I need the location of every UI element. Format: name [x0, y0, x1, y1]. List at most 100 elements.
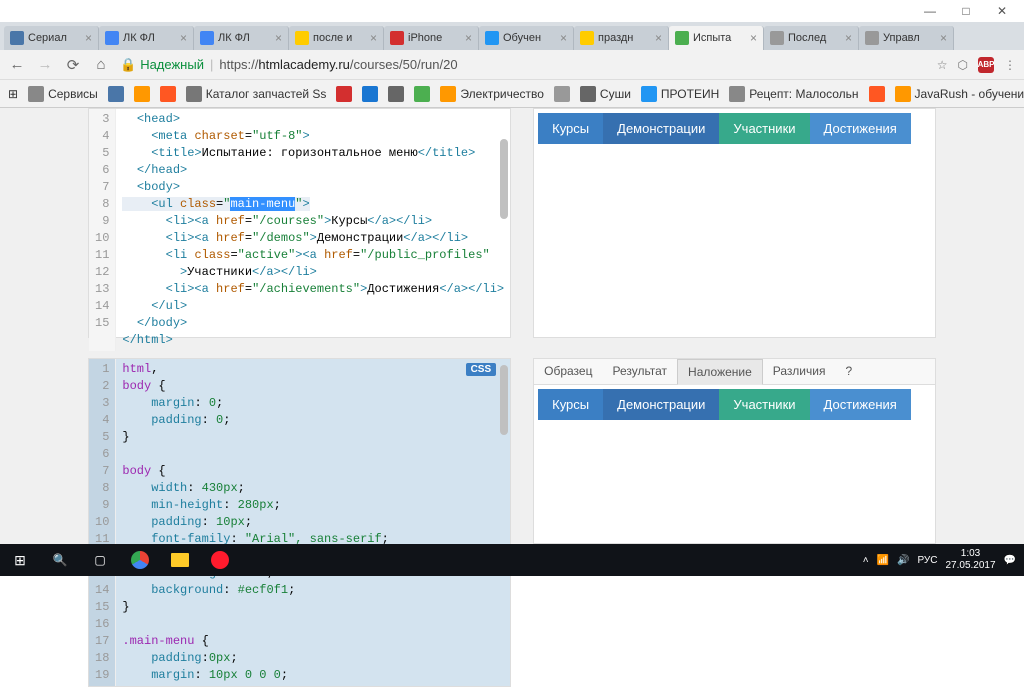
- close-tab-icon[interactable]: ×: [940, 31, 947, 45]
- tab-label: праздн: [598, 32, 651, 44]
- menu-item[interactable]: Демонстрации: [603, 113, 719, 144]
- browser-tab[interactable]: Послед×: [764, 26, 859, 50]
- bookmark-item[interactable]: Рецепт: Малосольн: [729, 86, 858, 102]
- bookmark-favicon: [580, 86, 596, 102]
- bookmark-item[interactable]: [554, 86, 570, 102]
- bookmark-item[interactable]: [134, 86, 150, 102]
- browser-tab[interactable]: праздн ×: [574, 26, 669, 50]
- start-button[interactable]: ⊞: [0, 544, 40, 576]
- close-tab-icon[interactable]: ×: [85, 31, 92, 45]
- close-tab-icon[interactable]: ×: [560, 31, 567, 45]
- bookmark-item[interactable]: [869, 86, 885, 102]
- favicon: [865, 31, 879, 45]
- home-button[interactable]: ⌂: [92, 56, 110, 73]
- search-button[interactable]: 🔍: [40, 544, 80, 576]
- tab-label: Сериал: [28, 32, 81, 44]
- html-code[interactable]: <head> <meta charset="utf-8"> <title>Исп…: [116, 109, 510, 351]
- close-tab-icon[interactable]: ×: [180, 31, 187, 45]
- window-maximize[interactable]: □: [948, 1, 984, 21]
- browser-tab[interactable]: Испыта×: [669, 26, 764, 50]
- menu-item[interactable]: Курсы: [538, 389, 603, 420]
- result-tab[interactable]: Наложение: [677, 359, 763, 385]
- language-indicator[interactable]: РУС: [917, 555, 937, 566]
- abp-icon[interactable]: ABP: [978, 57, 994, 73]
- close-tab-icon[interactable]: ×: [370, 31, 377, 45]
- bookmark-favicon: [440, 86, 456, 102]
- favicon: [295, 31, 309, 45]
- menu-item[interactable]: Участники: [719, 389, 809, 420]
- bookmark-item[interactable]: [362, 86, 378, 102]
- taskview-button[interactable]: ▢: [80, 544, 120, 576]
- apps-icon[interactable]: ⊞: [8, 87, 18, 101]
- bookmark-item[interactable]: Сервисы: [28, 86, 98, 102]
- bookmark-label: JavaRush - обучение: [915, 87, 1024, 101]
- bookmark-item[interactable]: Электричество: [440, 86, 544, 102]
- forward-button[interactable]: →: [36, 56, 54, 73]
- volume-icon[interactable]: 🔊: [897, 555, 909, 566]
- bookmark-item[interactable]: [160, 86, 176, 102]
- css-code[interactable]: html, body { margin: 0; padding: 0; } bo…: [116, 359, 510, 686]
- clock[interactable]: 1:03 27.05.2017: [945, 548, 995, 572]
- result-tab[interactable]: ?: [835, 359, 862, 384]
- bookmark-item[interactable]: [108, 86, 124, 102]
- browser-tab[interactable]: Сериал ×: [4, 26, 99, 50]
- address-bar[interactable]: 🔒 Надежный | https://htmlacademy.ru/cour…: [120, 53, 927, 77]
- favicon: [580, 31, 594, 45]
- bookmark-item[interactable]: Каталог запчастей Ss: [186, 86, 327, 102]
- system-tray: ˄ 📶 🔊 РУС 1:03 27.05.2017 💬: [863, 544, 1024, 576]
- bookmark-item[interactable]: Суши: [580, 86, 631, 102]
- window-minimize[interactable]: —: [912, 1, 948, 21]
- bookmark-favicon: [729, 86, 745, 102]
- browser-tab[interactable]: Обучен ×: [479, 26, 574, 50]
- lock-icon: 🔒: [120, 57, 136, 73]
- css-editor-panel[interactable]: CSS 12345678910111213141516171819 html, …: [88, 358, 511, 687]
- bookmark-item[interactable]: [414, 86, 430, 102]
- network-icon[interactable]: 📶: [877, 555, 889, 566]
- menu-item[interactable]: Достижения: [810, 389, 911, 420]
- result-tab[interactable]: Результат: [602, 359, 677, 384]
- browser-tab[interactable]: после и×: [289, 26, 384, 50]
- bookmarks-bar: ⊞ Сервисы Каталог запчастей Ss Электричест…: [0, 80, 1024, 108]
- bookmark-favicon: [641, 86, 657, 102]
- close-tab-icon[interactable]: ×: [845, 31, 852, 45]
- close-tab-icon[interactable]: ×: [275, 31, 282, 45]
- bookmark-favicon: [388, 86, 404, 102]
- bookmark-item[interactable]: JavaRush - обучение: [895, 86, 1024, 102]
- bookmark-item[interactable]: ПРОТЕИН: [641, 86, 719, 102]
- chrome-taskbar-icon[interactable]: [120, 544, 160, 576]
- tray-up-icon[interactable]: ˄: [863, 555, 869, 566]
- extension-icon[interactable]: ⬡: [958, 58, 968, 72]
- menu-item[interactable]: Достижения: [810, 113, 911, 144]
- menu-item[interactable]: Курсы: [538, 113, 603, 144]
- close-tab-icon[interactable]: ×: [750, 31, 757, 45]
- result-tab[interactable]: Различия: [763, 359, 836, 384]
- tab-label: Обучен: [503, 32, 556, 44]
- close-tab-icon[interactable]: ×: [655, 31, 662, 45]
- star-icon[interactable]: ☆: [937, 58, 948, 72]
- menu-icon[interactable]: ⋮: [1004, 58, 1016, 72]
- preview-menu: КурсыДемонстрацииУчастникиДостижения: [538, 113, 931, 144]
- windows-taskbar: ⊞ 🔍 ▢ ˄ 📶 🔊 РУС 1:03 27.05.2017 💬: [0, 544, 1024, 576]
- browser-tab[interactable]: ЛК ФЛ×: [194, 26, 289, 50]
- preview-panel: КурсыДемонстрацииУчастникиДостижения: [533, 108, 936, 338]
- opera-taskbar-icon[interactable]: [200, 544, 240, 576]
- back-button[interactable]: ←: [8, 56, 26, 73]
- scrollbar-thumb[interactable]: [500, 365, 508, 435]
- menu-item[interactable]: Демонстрации: [603, 389, 719, 420]
- bookmark-item[interactable]: [336, 86, 352, 102]
- browser-tab[interactable]: Управл×: [859, 26, 954, 50]
- browser-tab[interactable]: iPhone×: [384, 26, 479, 50]
- menu-item[interactable]: Участники: [719, 113, 809, 144]
- result-tabs: ОбразецРезультатНаложениеРазличия?: [534, 359, 935, 385]
- browser-tab[interactable]: ЛК ФЛ×: [99, 26, 194, 50]
- page-content: 3456789101112131415 <head> <meta charset…: [0, 108, 1024, 544]
- notifications-icon[interactable]: 💬: [1004, 555, 1016, 566]
- html-editor-panel[interactable]: 3456789101112131415 <head> <meta charset…: [88, 108, 511, 338]
- bookmark-item[interactable]: [388, 86, 404, 102]
- close-tab-icon[interactable]: ×: [465, 31, 472, 45]
- scrollbar-thumb[interactable]: [500, 139, 508, 219]
- reload-button[interactable]: ⟳: [64, 56, 82, 74]
- explorer-taskbar-icon[interactable]: [160, 544, 200, 576]
- result-tab[interactable]: Образец: [534, 359, 602, 384]
- window-close[interactable]: ✕: [984, 1, 1020, 21]
